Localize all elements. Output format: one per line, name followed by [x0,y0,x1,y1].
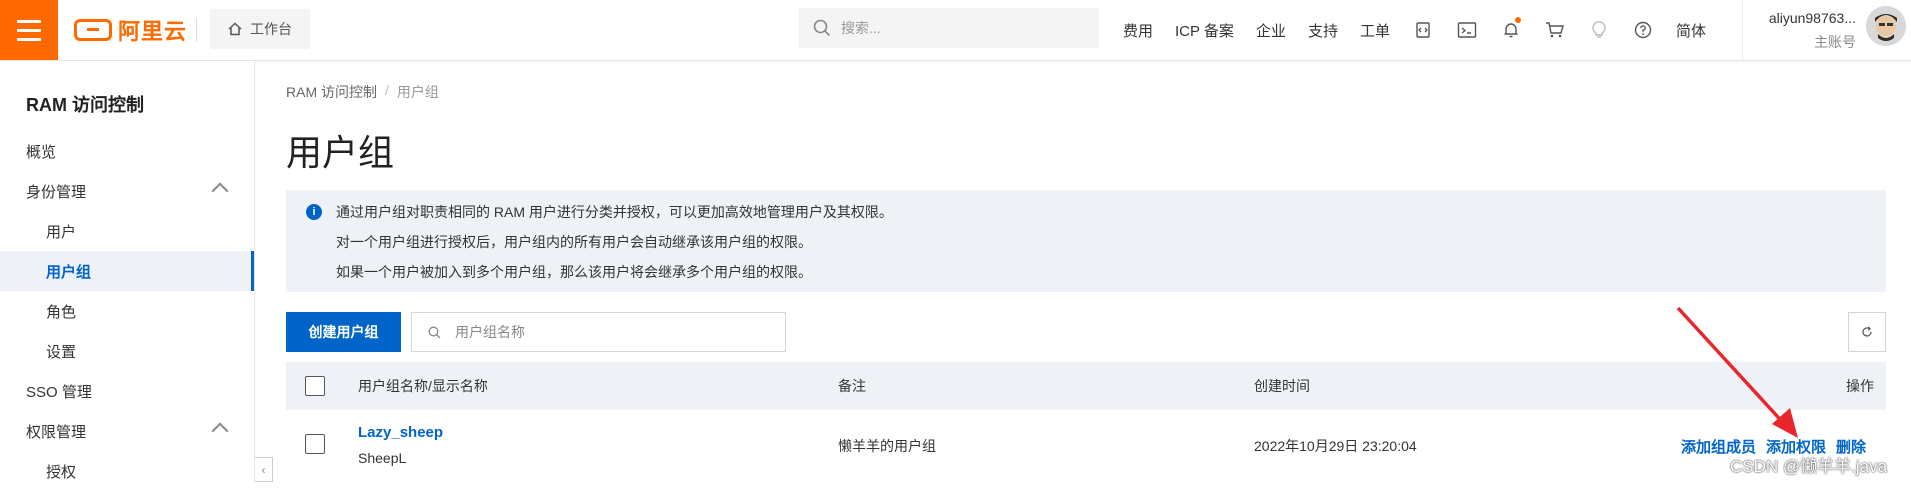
top-nav: 费用 ICP 备案 企业 支持 工单 简体 [1112,0,1717,60]
column-header-name: 用户组名称/显示名称 [358,378,488,394]
page-title: 用户组 [286,132,395,173]
terminal-icon[interactable] [1445,21,1489,39]
info-icon: i [306,204,322,220]
sidebar-collapse-button[interactable]: ‹ [255,457,273,482]
user-name: aliyun98763... [1768,10,1856,26]
column-header-note: 备注 [838,378,866,394]
refresh-icon [1862,326,1872,337]
breadcrumb: RAM 访问控制 / 用户组 [286,82,439,102]
sidebar: RAM 访问控制 概览 身份管理 用户 用户组 角色 设置 SSO 管理 权限管… [0,61,255,482]
breadcrumb-current: 用户组 [396,84,439,100]
sidebar-item-roles[interactable]: 角色 [0,291,254,331]
code-icon[interactable] [1401,21,1445,39]
nav-ticket[interactable]: 工单 [1349,20,1401,41]
info-line-1: 通过用户组对职责相同的 RAM 用户进行分类并授权，可以更加高效地管理用户及其权… [336,204,893,220]
sidebar-item-label: 权限管理 [26,423,87,441]
row-checkbox[interactable] [305,434,325,454]
create-user-group-button[interactable]: 创建用户组 [286,312,401,352]
select-all-checkbox[interactable] [305,376,325,396]
bell-icon[interactable] [1489,17,1533,39]
aliyun-logo-icon [74,19,112,41]
help-icon[interactable] [1621,21,1665,39]
info-banner: i 通过用户组对职责相同的 RAM 用户进行分类并授权，可以更加高效地管理用户及… [286,190,1886,292]
table-header: 用户组名称/显示名称 备注 创建时间 操作 [286,362,1886,410]
avatar[interactable] [1866,6,1906,46]
home-icon [228,22,242,36]
account-menu[interactable]: aliyun98763... 主账号 [1756,10,1856,52]
group-created-time: 2022年10月29日 23:20:04 [1254,438,1417,454]
sidebar-item-label: 概览 [26,143,57,161]
filter-placeholder: 用户组名称 [455,324,525,340]
chevron-left-icon: ‹ [261,462,266,477]
watermark: CSDN @懒羊羊.java [1730,457,1888,476]
divider [1742,0,1743,60]
group-name-search-input[interactable]: 用户组名称 [411,312,786,352]
top-bar: 阿里云 工作台 搜索... 费用 ICP 备案 企业 支持 工单 简体 aliy… [0,0,1911,61]
nav-enterprise[interactable]: 企业 [1245,20,1297,41]
sidebar-item-settings[interactable]: 设置 [0,331,254,371]
group-display-name: SheepL [358,450,407,466]
chevron-up-icon [211,422,229,440]
hamburger-icon [17,19,41,23]
sidebar-item-label: 设置 [46,343,77,361]
nav-icp[interactable]: ICP 备案 [1164,20,1245,41]
group-name-link[interactable]: Lazy_sheep [358,424,443,441]
sidebar-item-user-groups[interactable]: 用户组 [0,251,254,291]
breadcrumb-ram[interactable]: RAM 访问控制 [286,82,377,102]
cart-icon[interactable] [1533,21,1577,39]
refresh-button[interactable] [1848,312,1886,352]
sidebar-item-label: 用户组 [46,263,92,281]
sidebar-title: RAM 访问控制 [26,95,144,115]
table-row: Lazy_sheep SheepL 懒羊羊的用户组 2022年10月29日 23… [286,410,1886,482]
sidebar-item-label: 角色 [46,303,77,321]
nav-fees[interactable]: 费用 [1112,20,1164,41]
sidebar-item-label: 授权 [46,463,77,481]
user-role: 主账号 [1814,34,1856,50]
info-line-3: 如果一个用户被加入到多个用户组，那么该用户将会继承多个用户组的权限。 [336,264,812,280]
sidebar-item-overview[interactable]: 概览 [0,131,254,171]
breadcrumb-separator: / [385,82,389,98]
brand-name: 阿里云 [118,19,188,44]
chevron-up-icon [211,182,229,200]
menu-button[interactable] [0,0,58,60]
column-header-actions: 操作 [1846,378,1874,394]
sidebar-item-permissions[interactable]: 权限管理 [0,411,254,451]
sidebar-item-grants[interactable]: 授权 [0,451,254,491]
sidebar-item-sso[interactable]: SSO 管理 [0,371,254,411]
search-input[interactable]: 搜索... [799,8,1099,48]
column-header-created: 创建时间 [1254,378,1310,394]
sidebar-item-label: 用户 [46,223,77,241]
info-line-2: 对一个用户组进行授权后，用户组内的所有用户会自动继承该用户组的权限。 [336,234,812,250]
nav-support[interactable]: 支持 [1297,20,1349,41]
notification-dot [1514,17,1521,23]
sidebar-item-label: SSO 管理 [26,383,92,401]
search-icon [428,326,441,338]
search-icon [813,19,831,37]
sidebar-item-label: 身份管理 [26,183,87,201]
workbench-label: 工作台 [250,21,292,37]
brand-logo[interactable]: 阿里云 [74,15,187,45]
search-placeholder: 搜索... [841,20,881,36]
sidebar-item-identity[interactable]: 身份管理 [0,171,254,211]
sidebar-item-users[interactable]: 用户 [0,211,254,251]
group-note: 懒羊羊的用户组 [838,438,936,454]
divider [196,18,197,42]
workbench-button[interactable]: 工作台 [210,9,310,49]
language-switch[interactable]: 简体 [1665,20,1717,41]
bulb-icon[interactable] [1577,21,1621,39]
